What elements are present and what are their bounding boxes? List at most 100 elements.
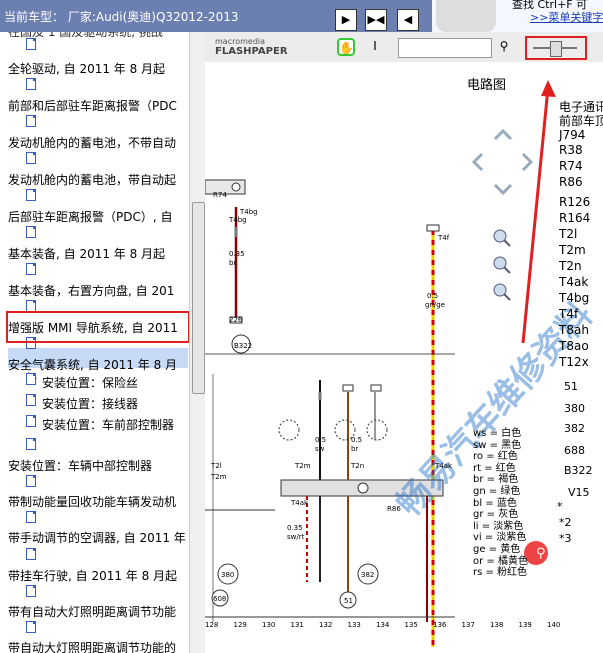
text-cursor-icon[interactable]: I bbox=[366, 38, 384, 56]
sidebar-subitem[interactable]: 安装位置：接线器 bbox=[42, 395, 138, 412]
wire-label: T4f bbox=[438, 234, 450, 242]
wire-label: T2m bbox=[211, 473, 227, 481]
ruler-number: 138 bbox=[490, 621, 504, 629]
component-label: T8ao bbox=[559, 339, 589, 353]
ruler-number: 131 bbox=[290, 621, 304, 629]
sidebar-item[interactable]: 发动机舱内的蓄电池，不带自动 bbox=[8, 134, 176, 151]
ruler-number: 137 bbox=[461, 621, 475, 629]
sidebar-item[interactable]: 带自动大灯照明距离调节功能的 bbox=[8, 639, 176, 653]
logo-small-text: macromedia bbox=[215, 37, 266, 46]
component-label: J794 bbox=[559, 128, 586, 142]
zoom-slider[interactable] bbox=[525, 36, 587, 60]
sidebar-item[interactable]: 带手动调节的空调器, 自 2011 年 bbox=[8, 529, 186, 546]
wire-label: 608 bbox=[213, 595, 227, 603]
legend-header-2: 前部车顶 bbox=[559, 114, 603, 128]
document-icon bbox=[26, 152, 36, 164]
scrollbar-thumb[interactable] bbox=[192, 202, 205, 394]
sidebar-item[interactable]: 安装位置：车辆中部控制器 bbox=[8, 457, 152, 474]
magnifier-icon[interactable]: ⚲ bbox=[536, 546, 546, 561]
document-icon bbox=[26, 511, 36, 523]
color-legend-item: rs = 粉红色 bbox=[473, 567, 528, 579]
logo-big-text: FLASHPAPER bbox=[215, 46, 288, 57]
wire-label: br bbox=[229, 259, 237, 267]
document-icon bbox=[26, 621, 36, 633]
sidebar-item[interactable]: 带挂车行驶, 自 2011 年 8 月起 bbox=[8, 567, 177, 584]
search-icon[interactable]: ⚲ bbox=[495, 38, 513, 56]
sidebar-item[interactable]: 后部驻车距离报警（PDC）, 自 bbox=[8, 208, 173, 225]
wire-label: 0.5 bbox=[351, 436, 363, 444]
hand-icon[interactable]: ✋ bbox=[337, 38, 355, 56]
sidebar-subitem[interactable]: 安装位置：车前部控制器 bbox=[42, 416, 174, 433]
sidebar-item[interactable]: 前部和后部驻车距离报警（PDC bbox=[8, 97, 177, 114]
wire-label: 0.5 bbox=[315, 436, 327, 444]
document-icon bbox=[26, 189, 36, 201]
sidebar-item[interactable]: 带制动能量回收功能车辆发动机 bbox=[8, 493, 176, 510]
sidebar-item[interactable]: 基本装备，右置方向盘, 自 201 bbox=[8, 282, 174, 299]
code-label: B322 bbox=[564, 464, 593, 477]
component-label: T8ah bbox=[559, 323, 589, 337]
sidebar-item[interactable]: 发动机舱内的蓄电池，带自动起 bbox=[8, 171, 176, 188]
document-icon bbox=[26, 394, 36, 406]
component-label: T4bg bbox=[559, 291, 590, 305]
sidebar-scrollbar[interactable] bbox=[189, 32, 205, 653]
wire-label: T4ak bbox=[291, 499, 309, 507]
component-label: R74 bbox=[559, 159, 583, 173]
wire-label: R74 bbox=[213, 191, 227, 199]
ruler-number: 140 bbox=[547, 621, 561, 629]
sidebar-subitem[interactable]: 安装位置：保险丝 bbox=[42, 374, 138, 391]
component-label: R164 bbox=[559, 211, 591, 225]
search-input[interactable] bbox=[398, 38, 492, 58]
sidebar-item[interactable]: 全轮驱动, 自 2011 年 8 月起 bbox=[8, 60, 165, 77]
document-icon bbox=[26, 548, 36, 560]
ruler-number: 139 bbox=[518, 621, 532, 629]
wire-label: 0.5 bbox=[427, 292, 439, 300]
component-label: R86 bbox=[559, 175, 583, 189]
document-icon bbox=[26, 38, 36, 50]
document-icon bbox=[26, 373, 36, 385]
document-icon bbox=[26, 438, 36, 450]
code-label: 382 bbox=[564, 422, 585, 435]
component-label: T12x bbox=[559, 355, 589, 369]
wire-label: T4bg bbox=[229, 216, 247, 224]
ruler-number: 128 bbox=[205, 621, 219, 629]
sidebar-item[interactable]: 基本装备, 自 2011 年 8 月起 bbox=[8, 245, 165, 262]
expand-left-button[interactable]: ▶ bbox=[335, 9, 357, 31]
document-icon bbox=[26, 263, 36, 275]
window-title: 当前车型： 厂家:Audi(奥迪)Q32012-2013 bbox=[4, 10, 239, 24]
code-label: 51 bbox=[564, 380, 578, 393]
wire-label: B322 bbox=[234, 342, 253, 350]
code-label: V15 bbox=[568, 486, 590, 499]
ruler-number: 136 bbox=[433, 621, 447, 629]
component-label: T2n bbox=[559, 259, 582, 273]
wire-label: T2l bbox=[211, 462, 222, 470]
wire-label: 382 bbox=[361, 571, 375, 579]
component-label: T2m bbox=[559, 243, 586, 257]
document-icon bbox=[26, 415, 36, 427]
flashpaper-logo: macromedia FLASHPAPER bbox=[215, 38, 335, 58]
split-view-button[interactable]: ▶◀ bbox=[365, 9, 387, 31]
ruler-number: 134 bbox=[376, 621, 390, 629]
document-icon bbox=[26, 78, 36, 90]
component-label: R38 bbox=[559, 143, 583, 157]
component-label: R126 bbox=[559, 195, 591, 209]
wire-label: T4ak bbox=[435, 462, 453, 470]
wire-label: 380 bbox=[221, 571, 235, 579]
code-label: *2 bbox=[559, 516, 572, 529]
wire-label: 226 bbox=[229, 316, 243, 324]
wire-label: T2n bbox=[351, 462, 365, 470]
component-label: T2l bbox=[559, 227, 578, 241]
collapse-right-button[interactable]: ◀ bbox=[397, 9, 419, 31]
code-label: 688 bbox=[564, 444, 585, 457]
wire-label: 0.35 bbox=[229, 250, 245, 258]
ruler-number: 129 bbox=[233, 621, 247, 629]
ruler-number: 130 bbox=[262, 621, 276, 629]
wire-label: R86 bbox=[387, 505, 401, 513]
document-icon bbox=[26, 475, 36, 487]
viewer-toolbar: macromedia FLASHPAPER ✋ I ⚲ bbox=[205, 32, 603, 63]
ruler-number: 135 bbox=[404, 621, 418, 629]
sidebar-item[interactable]: 带有自动大灯照明距离调节功能 bbox=[8, 603, 176, 620]
code-label: 380 bbox=[564, 402, 585, 415]
menu-keyword-link[interactable]: >>菜单关键字 bbox=[530, 9, 603, 25]
wire-label: br bbox=[351, 445, 359, 453]
zoom-knob[interactable] bbox=[550, 41, 562, 57]
